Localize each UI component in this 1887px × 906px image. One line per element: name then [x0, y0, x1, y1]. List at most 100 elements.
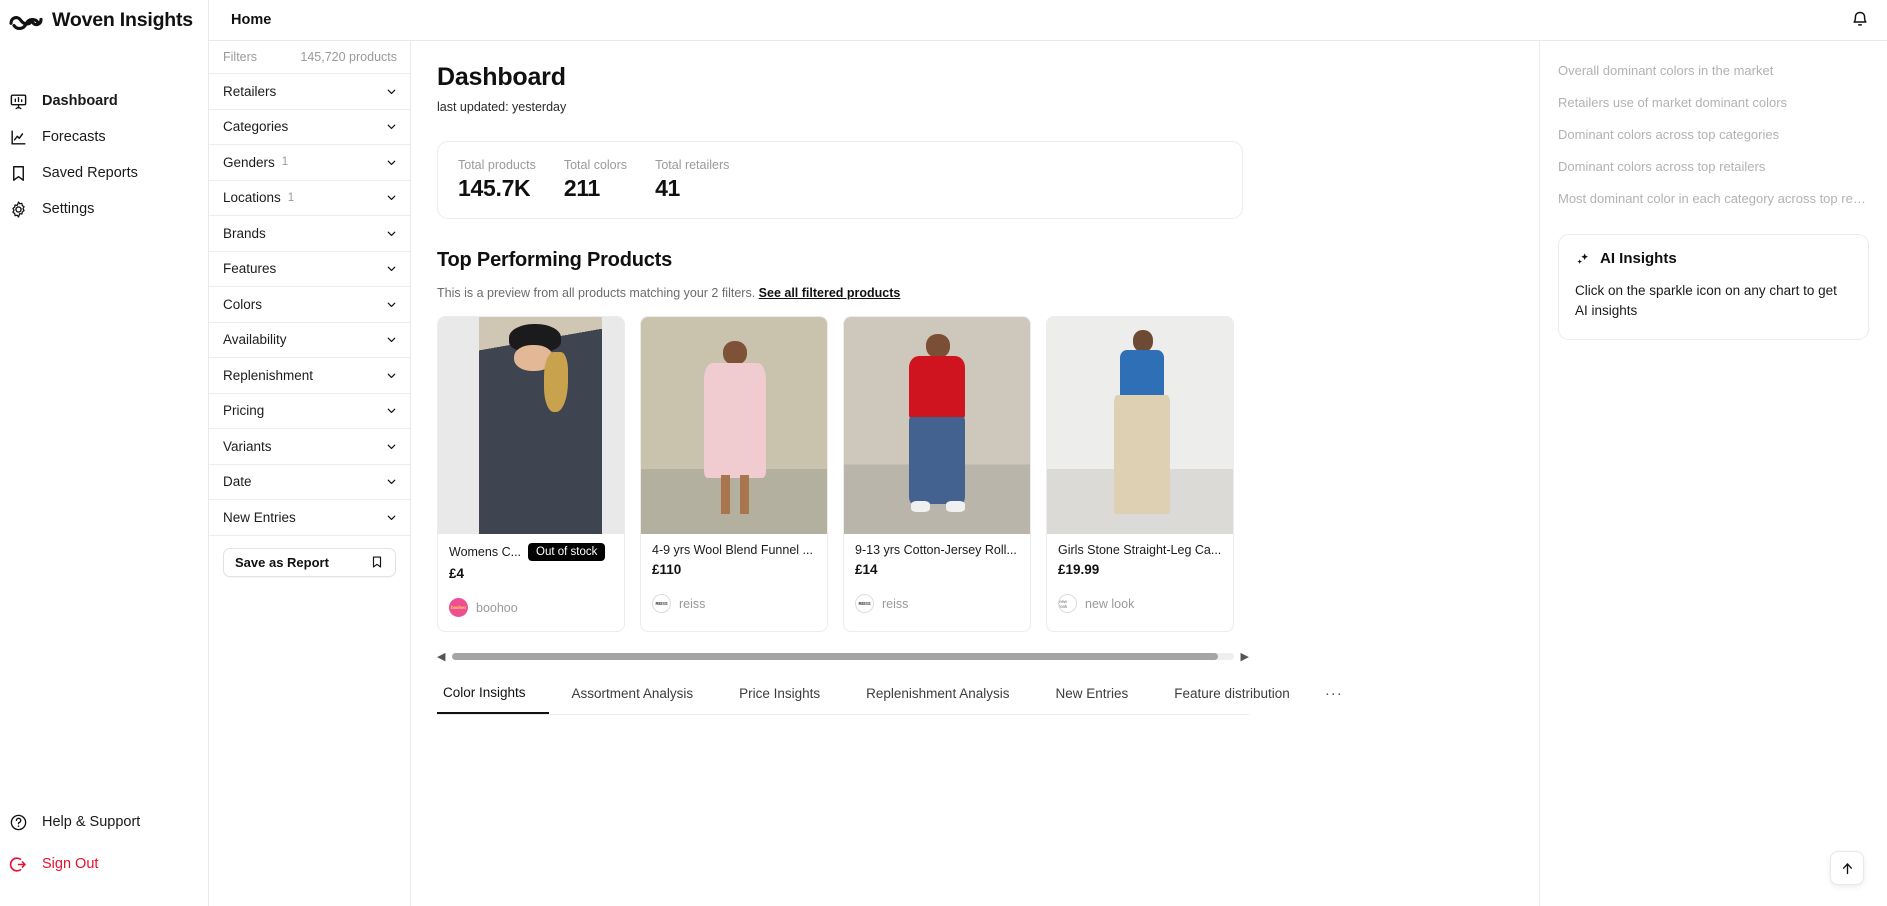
filter-row-availability[interactable]: Availability	[209, 323, 410, 358]
toc-item[interactable]: Overall dominant colors in the market	[1558, 63, 1869, 78]
primary-nav: Dashboard Forecasts Saved Reports Settin…	[0, 83, 208, 227]
chevron-down-icon	[387, 231, 396, 236]
filter-row-colors[interactable]: Colors	[209, 287, 410, 323]
filter-row-brands[interactable]: Brands	[209, 216, 410, 252]
filter-row-label: Brands	[223, 225, 266, 241]
product-card[interactable]: Womens C... Out of stock £4 boohoo boohoo	[437, 316, 625, 632]
question-circle-icon	[10, 814, 27, 830]
product-meta: Girls Stone Straight-Leg Ca... £19.99 new …	[1047, 534, 1233, 627]
filter-row-categories[interactable]: Categories	[209, 110, 410, 145]
sidebar-item-forecasts[interactable]: Forecasts	[0, 119, 208, 155]
filter-row-genders[interactable]: Genders 1	[209, 145, 410, 181]
toc-item[interactable]: Most dominant color in each category acr…	[1558, 191, 1869, 206]
product-title-row: Girls Stone Straight-Leg Ca...	[1058, 543, 1222, 557]
scroll-to-top-button[interactable]	[1830, 851, 1864, 885]
toc-panel: Overall dominant colors in the market Ret…	[1539, 41, 1887, 906]
product-brand-name: new look	[1085, 596, 1135, 611]
main-content: Dashboard last updated: yesterday Total …	[411, 41, 1539, 906]
filters-header: Filters 145,720 products	[209, 41, 410, 74]
tabs-overflow-button[interactable]: ···	[1313, 681, 1355, 714]
content-area: Home Filters 145,720 products Retailers C…	[209, 0, 1887, 906]
ai-insights-body: Click on the sparkle icon on any chart t…	[1575, 283, 1837, 318]
tab-assortment-analysis[interactable]: Assortment Analysis	[549, 681, 717, 713]
tab-new-entries[interactable]: New Entries	[1032, 681, 1151, 713]
status-badge: Out of stock	[528, 543, 606, 561]
carousel-left-arrow[interactable]: ◀	[437, 650, 445, 663]
product-brand-name: reiss	[679, 596, 706, 611]
sidebar-item-label: Help & Support	[42, 814, 141, 830]
filter-row-label: Variants	[223, 438, 272, 454]
notification-bell-icon[interactable]	[1849, 9, 1871, 31]
filter-row-date[interactable]: Date	[209, 465, 410, 500]
chevron-down-icon	[387, 515, 396, 520]
product-image	[1047, 317, 1233, 534]
filter-panel: Filters 145,720 products Retailers Catego…	[209, 41, 411, 906]
chevron-down-icon	[387, 444, 396, 449]
carousel-scroll-track[interactable]	[452, 653, 1234, 660]
tab-color-insights[interactable]: Color Insights	[437, 680, 549, 714]
save-as-report-button[interactable]: Save as Report	[223, 547, 396, 577]
product-card[interactable]: Girls Stone Straight-Leg Ca... £19.99 new …	[1046, 316, 1234, 632]
product-title-row: 9-13 yrs Cotton-Jersey Roll...	[855, 543, 1019, 557]
filter-row-label: Features	[223, 261, 277, 277]
sidebar-item-label: Forecasts	[42, 129, 106, 145]
product-card[interactable]: 9-13 yrs Cotton-Jersey Roll... £14 REISS re…	[843, 316, 1031, 632]
brand-logo-icon: boohoo	[449, 598, 468, 617]
filter-row-new-entries[interactable]: New Entries	[209, 500, 410, 536]
filter-row-label: Genders	[223, 154, 275, 170]
sidebar-item-dashboard[interactable]: Dashboard	[0, 83, 208, 119]
filter-row-variants[interactable]: Variants	[209, 429, 410, 465]
gear-icon	[12, 200, 25, 218]
product-title: Girls Stone Straight-Leg Ca...	[1058, 543, 1222, 557]
carousel-right-arrow[interactable]: ▶	[1241, 650, 1249, 663]
product-brand-row: REISS reiss	[652, 594, 816, 613]
last-updated-text: last updated: yesterday	[437, 100, 567, 114]
chevron-down-icon	[387, 89, 396, 94]
filter-row-label: Date	[223, 474, 252, 490]
product-carousel: Womens C... Out of stock £4 boohoo boohoo 4-9…	[437, 316, 1249, 632]
brand-logo-icon: REISS	[652, 594, 671, 613]
dashboard-title: Dashboard	[437, 63, 566, 91]
filter-row-replenishment[interactable]: Replenishment	[209, 358, 410, 394]
sidebar-item-sign-out[interactable]: Sign Out	[0, 846, 208, 882]
product-meta: 4-9 yrs Wool Blend Funnel ... £110 REISS re…	[641, 534, 827, 627]
sidebar-item-help-support[interactable]: Help & Support	[0, 804, 208, 840]
filter-row-locations[interactable]: Locations 1	[209, 181, 410, 216]
filters-label: Filters	[223, 50, 258, 64]
filter-row-label: Replenishment	[223, 367, 314, 383]
product-price: £19.99	[1058, 562, 1100, 577]
ai-insights-card: AI Insights Click on the sparkle icon on…	[1558, 234, 1869, 341]
arrow-up-icon	[1842, 862, 1852, 874]
filter-row-badge: 1	[281, 156, 289, 169]
sidebar-item-saved-reports[interactable]: Saved Reports	[0, 155, 208, 191]
below-topbar: Filters 145,720 products Retailers Catego…	[209, 41, 1887, 906]
product-brand-name: reiss	[882, 596, 909, 611]
filter-row-pricing[interactable]: Pricing	[209, 394, 410, 429]
stat-value: 145.7K	[458, 175, 531, 201]
tab-price-insights[interactable]: Price Insights	[716, 681, 843, 713]
see-all-filtered-products-link[interactable]: See all filtered products	[759, 286, 901, 300]
app-root: Woven Insights Dashboard Forecasts Saved…	[0, 0, 1887, 906]
product-meta: Womens C... Out of stock £4 boohoo boohoo	[438, 534, 624, 631]
toc-item[interactable]: Dominant colors across top categories	[1558, 127, 1869, 142]
toc-item[interactable]: Dominant colors across top retailers	[1558, 159, 1869, 174]
product-image	[438, 317, 624, 534]
tab-replenishment-analysis[interactable]: Replenishment Analysis	[843, 681, 1032, 713]
toc-item[interactable]: Retailers use of market dominant colors	[1558, 95, 1869, 110]
filter-row-retailers[interactable]: Retailers	[209, 74, 410, 110]
bookmark-icon	[372, 556, 382, 568]
chevron-down-icon	[387, 373, 396, 378]
sparkle-icon	[1577, 252, 1589, 264]
product-card[interactable]: 4-9 yrs Wool Blend Funnel ... £110 REISS re…	[640, 316, 828, 632]
filter-row-features[interactable]: Features	[209, 252, 410, 287]
chevron-down-icon	[387, 408, 396, 414]
sidebar-item-settings[interactable]: Settings	[0, 191, 208, 227]
brand-name: Woven Insights	[52, 9, 193, 31]
tab-feature-distribution[interactable]: Feature distribution	[1151, 681, 1313, 713]
product-title: Womens C...	[449, 545, 522, 559]
stat-total-retailers: Total retailers 41	[655, 158, 729, 202]
carousel-scroll-thumb[interactable]	[452, 653, 1218, 660]
section-title-top-performing: Top Performing Products	[437, 249, 673, 271]
filter-row-badge: 1	[287, 191, 295, 204]
brand-logo-icon: new look	[1058, 594, 1077, 613]
